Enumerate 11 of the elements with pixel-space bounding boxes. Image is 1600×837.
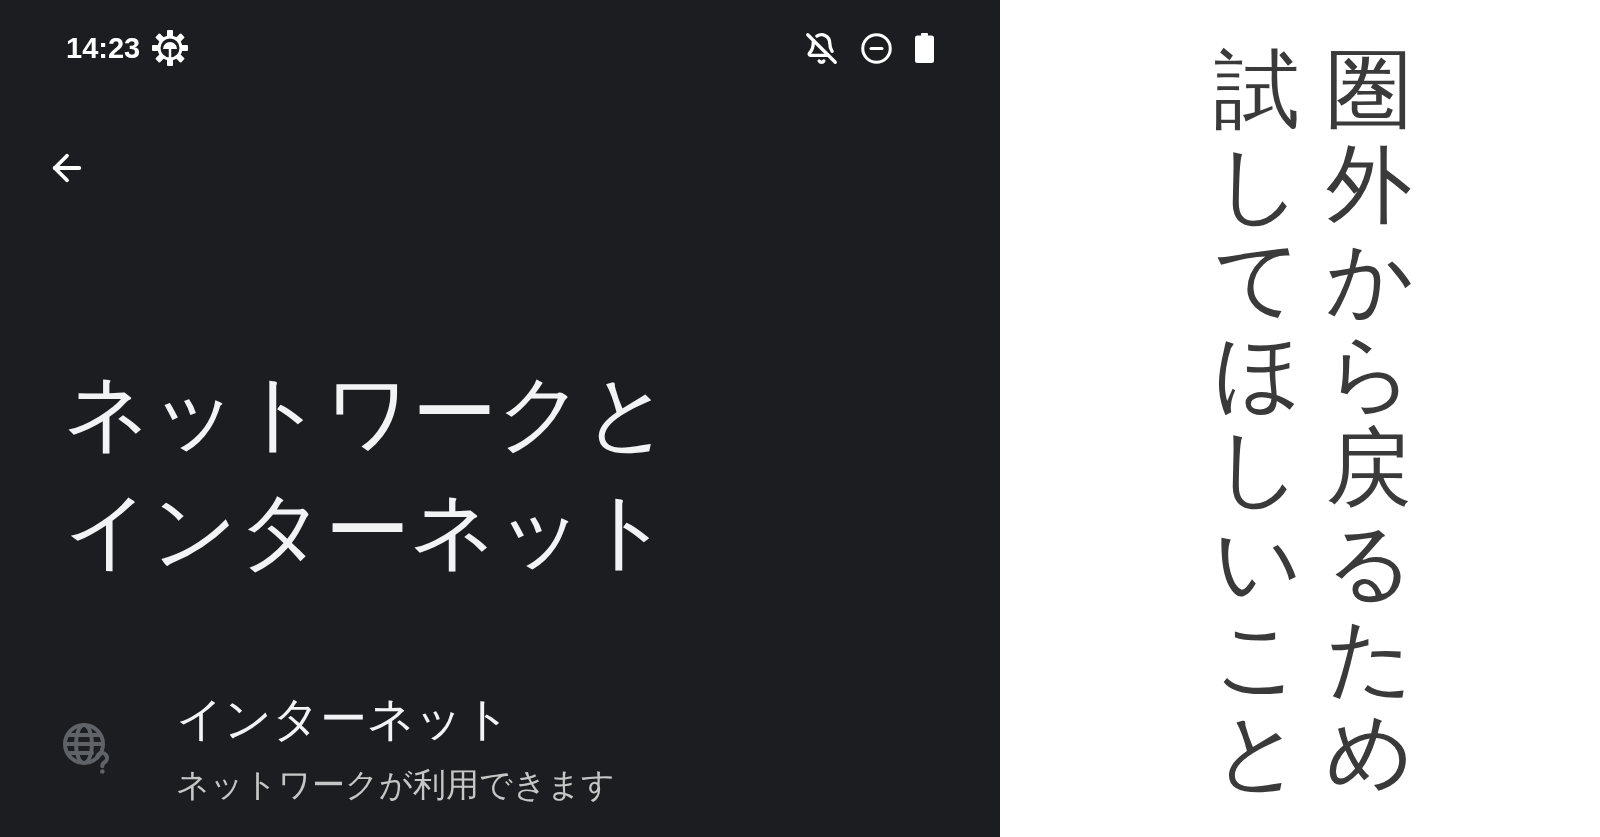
globe-question-icon (62, 722, 112, 774)
gear-icon (152, 30, 189, 66)
do-not-disturb-icon (860, 31, 893, 65)
page-title: ネットワークとインターネット (64, 362, 672, 582)
vertical-caption: 圏外から戻るため (1326, 42, 1412, 799)
setting-summary: ネットワークが利用できます (176, 764, 615, 806)
vertical-caption: 試してほしいこと (1214, 42, 1300, 799)
setting-title[interactable]: インターネット (176, 689, 615, 749)
bell-off-icon (805, 31, 838, 65)
battery-icon (915, 33, 934, 63)
status-time: 14:23 (66, 31, 141, 65)
